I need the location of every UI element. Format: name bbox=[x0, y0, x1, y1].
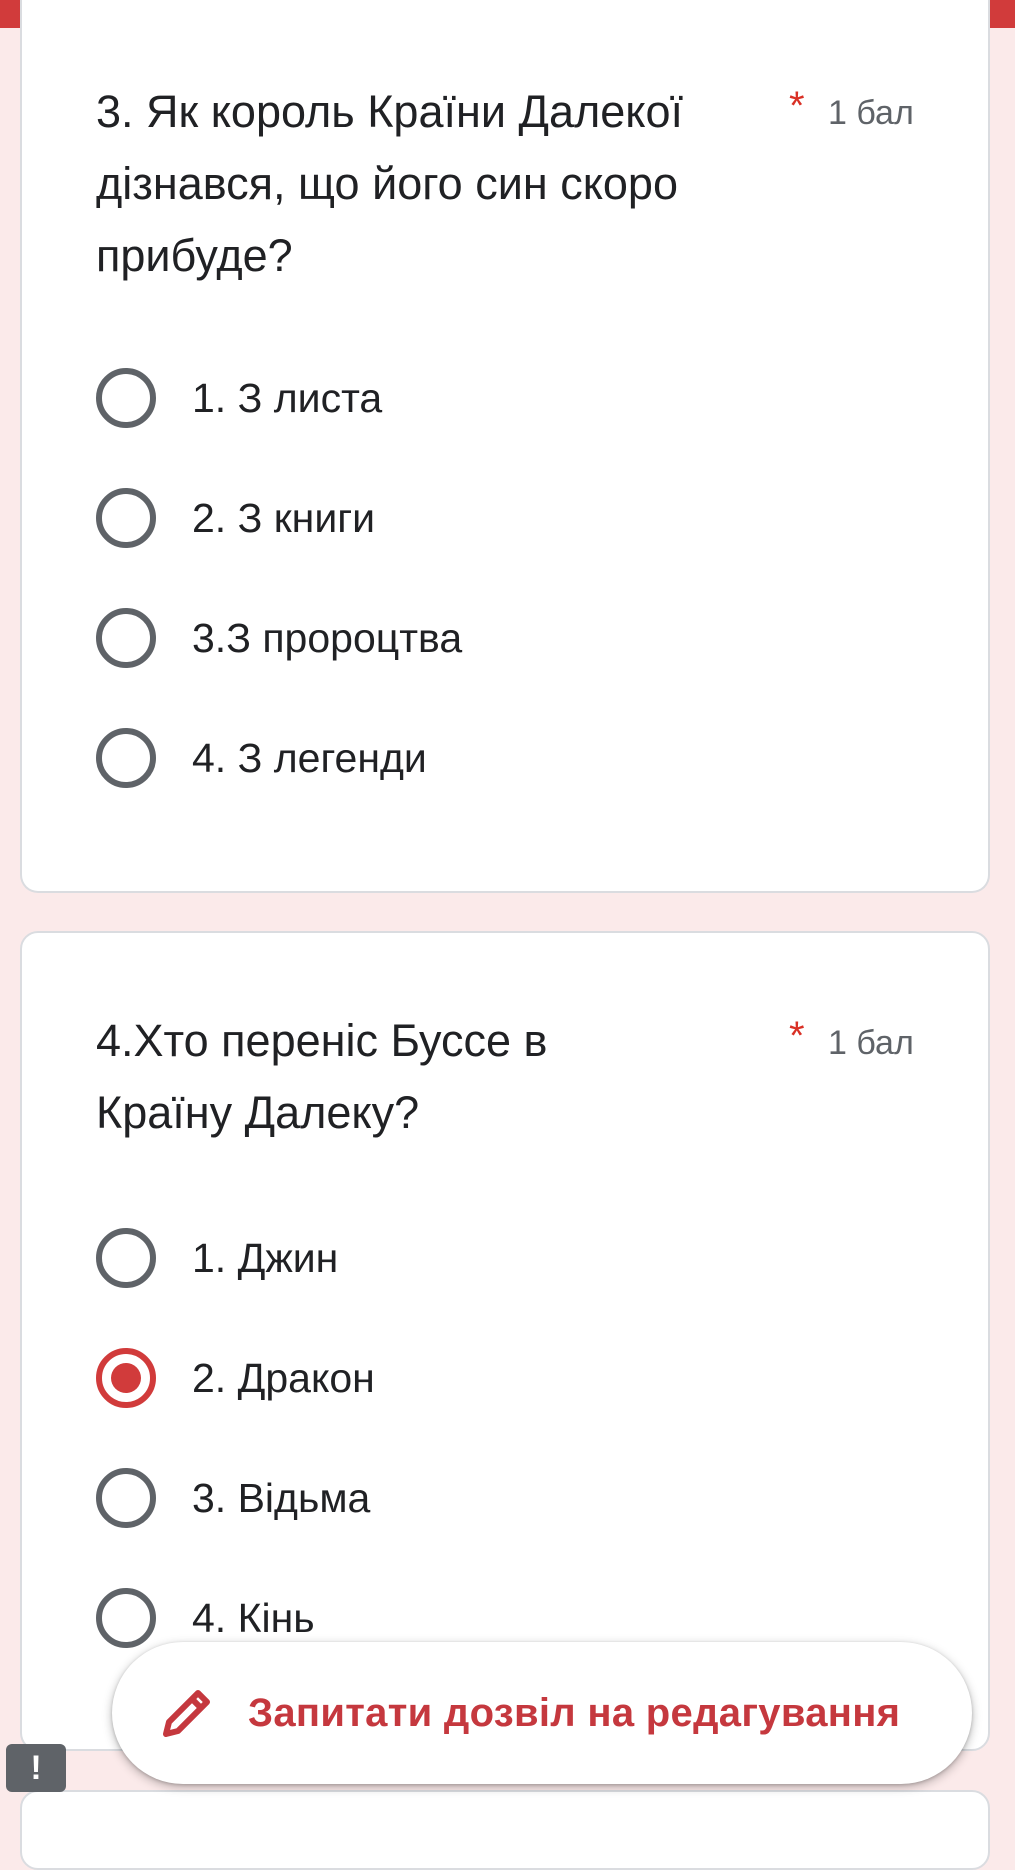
option-4[interactable]: 4. З легенди bbox=[96, 726, 427, 790]
pencil-icon bbox=[163, 1690, 210, 1737]
radio-button[interactable] bbox=[96, 728, 156, 788]
radio-button[interactable] bbox=[96, 608, 156, 668]
radio-button[interactable] bbox=[96, 368, 156, 428]
option-label: 2. З книги bbox=[192, 494, 376, 541]
option-1[interactable]: 1. З листа bbox=[96, 366, 382, 430]
option-4[interactable]: 4. Кінь bbox=[96, 1586, 315, 1650]
option-1[interactable]: 1. Джин bbox=[96, 1226, 338, 1290]
question-card-4: 4.Хто переніс Буссе в Країну Далеку? * 1… bbox=[20, 931, 990, 1751]
option-label: 4. Кінь bbox=[192, 1594, 315, 1641]
next-question-card bbox=[20, 1790, 990, 1870]
option-2[interactable]: 2. Дракон bbox=[96, 1346, 375, 1410]
option-label: 4. З легенди bbox=[192, 734, 427, 781]
request-edit-access-button[interactable]: Запитати дозвіл на редагування bbox=[112, 1642, 972, 1784]
required-asterisk: * bbox=[789, 84, 805, 128]
radio-button[interactable] bbox=[96, 1228, 156, 1288]
points-label: 1 бал bbox=[828, 1024, 914, 1062]
request-edit-label: Запитати дозвіл на редагування bbox=[248, 1690, 901, 1735]
feedback-icon[interactable]: ! bbox=[6, 1744, 66, 1792]
question-card-3: 3. Як король Країни Далекої дізнався, що… bbox=[20, 0, 990, 893]
question-title: 3. Як король Країни Далекої дізнався, що… bbox=[96, 86, 683, 281]
option-label: 2. Дракон bbox=[192, 1354, 375, 1401]
radio-button[interactable] bbox=[96, 1588, 156, 1648]
option-label: 3. Відьма bbox=[192, 1474, 371, 1521]
option-label: 3.З пророцтва bbox=[192, 614, 463, 661]
option-2[interactable]: 2. З книги bbox=[96, 486, 375, 550]
option-3[interactable]: 3.З пророцтва bbox=[96, 606, 462, 670]
radio-button[interactable] bbox=[96, 1468, 156, 1528]
required-asterisk: * bbox=[789, 1014, 805, 1058]
points-label: 1 бал bbox=[828, 94, 914, 132]
option-label: 1. З листа bbox=[192, 374, 383, 421]
option-label: 1. Джин bbox=[192, 1234, 339, 1281]
radio-dot bbox=[111, 1363, 141, 1393]
option-3[interactable]: 3. Відьма bbox=[96, 1466, 370, 1530]
question-title: 4.Хто переніс Буссе в Країну Далеку? bbox=[96, 1015, 548, 1138]
radio-button[interactable] bbox=[96, 488, 156, 548]
radio-button-selected[interactable] bbox=[96, 1348, 156, 1408]
